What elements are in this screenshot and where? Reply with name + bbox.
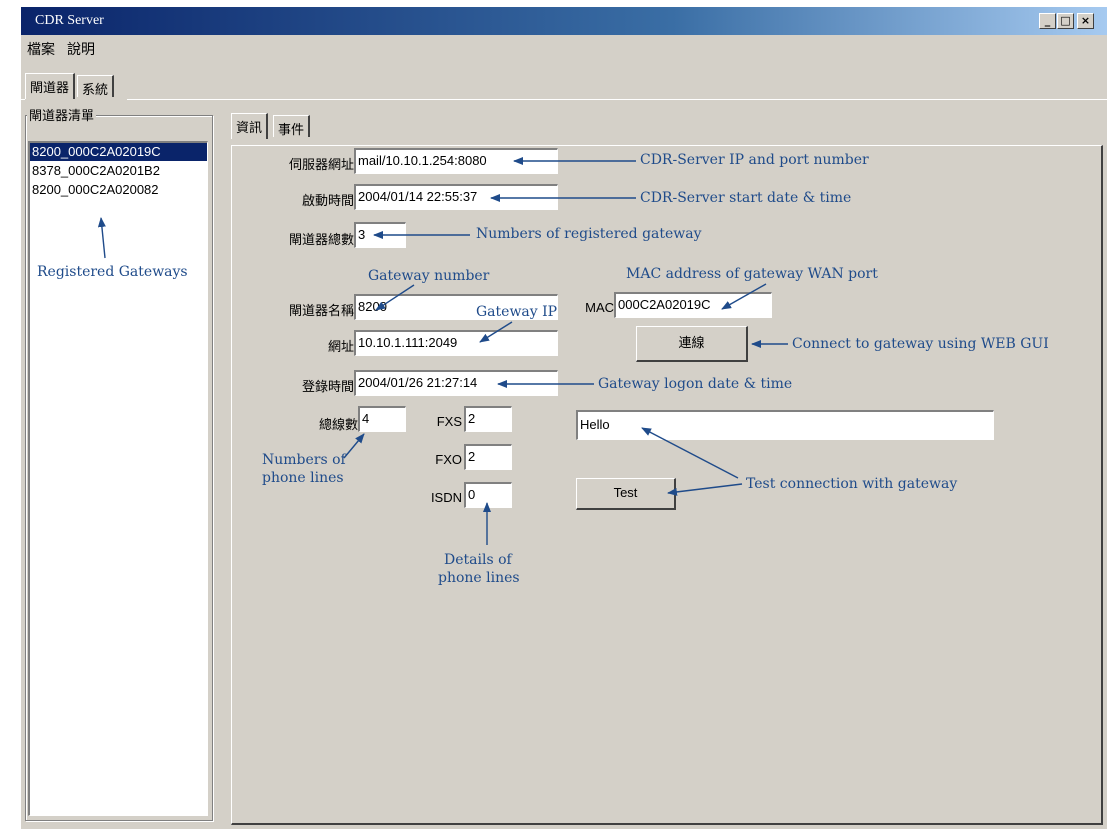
list-item[interactable]: 8200_000C2A02019C [30, 143, 207, 161]
fxo-field[interactable]: 2 [464, 444, 512, 470]
anno-details-2: phone lines [438, 570, 520, 586]
anno-mac-wan: MAC address of gateway WAN port [626, 266, 878, 282]
fxs-field[interactable]: 2 [464, 406, 512, 432]
mac-field[interactable]: 000C2A02019C [614, 292, 772, 318]
gateway-count-label: 閘道器總數 [288, 232, 354, 247]
menu-help[interactable]: 說明 [67, 39, 95, 59]
anno-server-ip: CDR-Server IP and port number [640, 152, 869, 168]
tab-gateways[interactable]: 閘道器 [25, 73, 76, 99]
mac-label: MAC [585, 300, 614, 315]
logon-time-label: 登錄時間 [301, 379, 354, 394]
title-bar[interactable]: CDR Server _ □ × [21, 7, 1107, 35]
start-time-label: 啟動時間 [301, 193, 354, 208]
anno-registered-count: Numbers of registered gateway [476, 226, 702, 242]
server-address-label: 伺服器網址 [288, 157, 354, 172]
menu-bar: 檔案 說明 [21, 35, 1107, 57]
anno-connect-web: Connect to gateway using WEB GUI [792, 336, 1049, 352]
anno-gateway-number: Gateway number [368, 268, 490, 284]
gateway-list-title: 閘道器清單 [27, 105, 97, 124]
anno-gateway-ip: Gateway IP [476, 304, 558, 320]
maximize-button[interactable]: □ [1057, 13, 1074, 29]
isdn-field[interactable]: 0 [464, 482, 512, 508]
start-time-field[interactable]: 2004/01/14 22:55:37 [354, 184, 558, 210]
anno-logon-time: Gateway logon date & time [598, 376, 793, 392]
anno-phone-lines-1: Numbers of [262, 452, 346, 468]
gateway-count-field[interactable]: 3 [354, 222, 406, 248]
minimize-button[interactable]: _ [1039, 13, 1056, 29]
menu-file[interactable]: 檔案 [27, 39, 55, 59]
anno-server-start: CDR-Server start date & time [640, 190, 852, 206]
anno-phone-lines-2: phone lines [262, 470, 344, 486]
anno-registered-gateways: Registered Gateways [37, 264, 188, 280]
fxs-label: FXS [436, 414, 462, 429]
logon-time-field[interactable]: 2004/01/26 21:27:14 [354, 370, 558, 396]
address-label: 網址 [327, 339, 354, 354]
gateway-listbox[interactable]: 8200_000C2A02019C 8378_000C2A0201B2 8200… [28, 141, 208, 816]
fxo-label: FXO [435, 452, 462, 467]
test-button[interactable]: Test [576, 478, 676, 510]
gateway-name-label: 閘道器名稱 [288, 303, 354, 318]
total-lines-label: 總線數 [318, 417, 358, 432]
connect-button[interactable]: 連線 [636, 326, 748, 362]
close-button[interactable]: × [1077, 13, 1094, 29]
anno-details-1: Details of [444, 552, 512, 568]
total-lines-field[interactable]: 4 [358, 406, 406, 432]
tab-events[interactable]: 事件 [273, 115, 311, 137]
tab-strip-divider [21, 99, 25, 100]
tab-strip-divider [127, 99, 1107, 100]
list-item[interactable]: 8378_000C2A0201B2 [30, 162, 207, 180]
tab-info[interactable]: 資訊 [231, 113, 269, 139]
anno-test-connection: Test connection with gateway [746, 476, 958, 492]
gateway-list-group: 閘道器清單 8200_000C2A02019C 8378_000C2A0201B… [21, 105, 216, 825]
address-field[interactable]: 10.10.1.111:2049 [354, 330, 558, 356]
list-item[interactable]: 8200_000C2A020082 [30, 181, 207, 199]
window-title: CDR Server [35, 13, 104, 28]
test-message-input[interactable]: Hello [576, 410, 994, 440]
isdn-label: ISDN [430, 490, 462, 505]
tab-system[interactable]: 系統 [77, 75, 115, 97]
server-address-field[interactable]: mail/10.10.1.254:8080 [354, 148, 558, 174]
